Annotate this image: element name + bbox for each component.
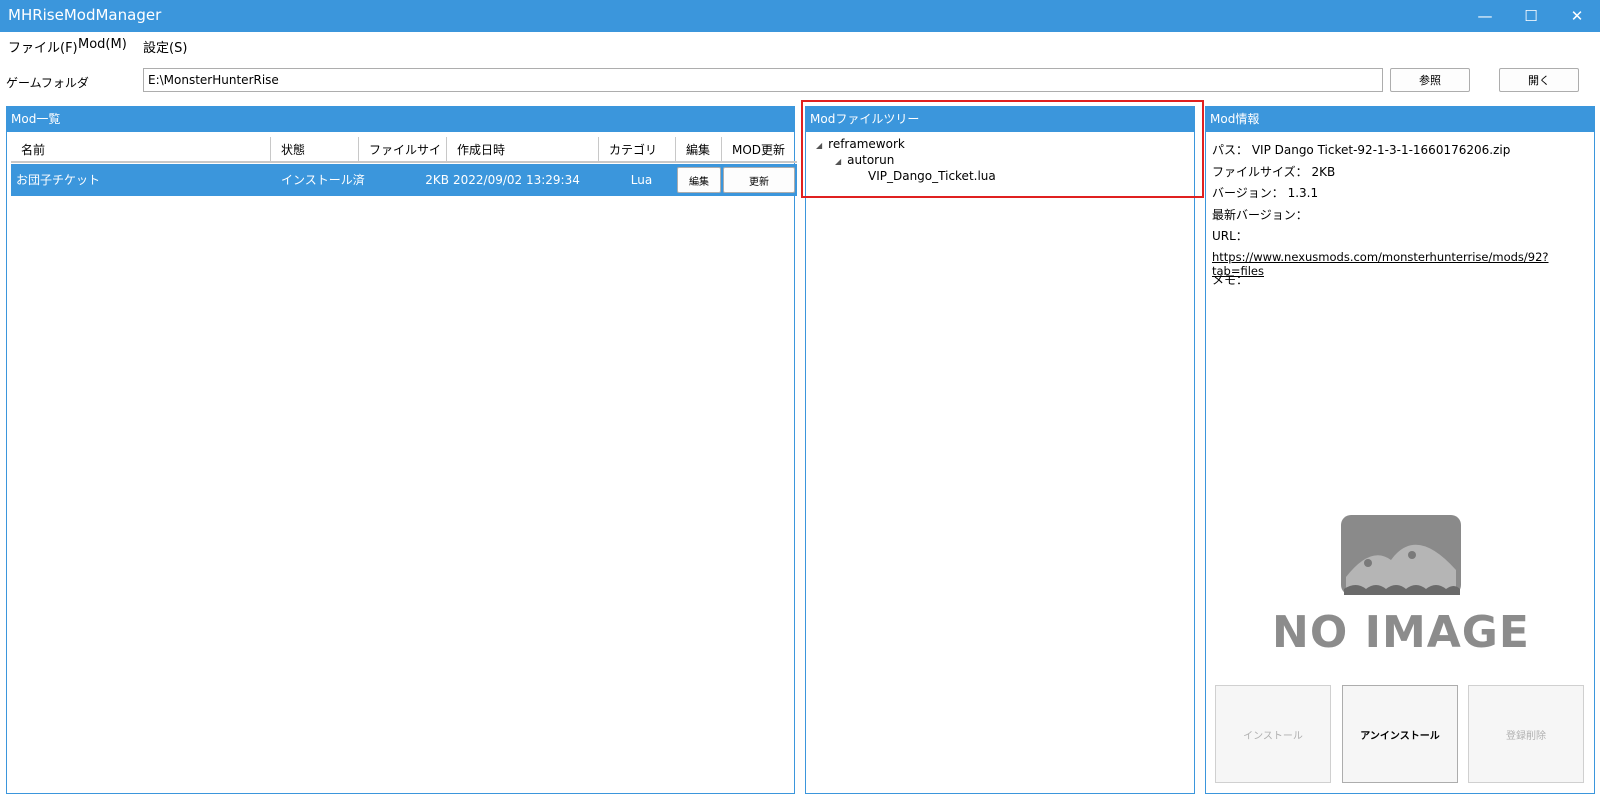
game-folder-label: ゲームフォルダ bbox=[6, 76, 89, 90]
info-version: バージョン： 1.3.1 bbox=[1212, 186, 1319, 200]
info-latest-version: 最新バージョン： bbox=[1212, 208, 1308, 222]
tree-node-autorun[interactable]: ◢ autorun bbox=[835, 153, 894, 167]
tree-node-reframework[interactable]: ◢ reframework bbox=[816, 137, 905, 151]
expand-triangle-icon[interactable]: ◢ bbox=[835, 157, 841, 166]
maximize-icon: ☐ bbox=[1524, 7, 1538, 25]
menu-bar: ファイル(F) Mod(M) 設定(S) bbox=[0, 32, 1600, 60]
column-status[interactable]: 状態 bbox=[271, 137, 359, 163]
info-url-link[interactable]: https://www.nexusmods.com/monsterhunterr… bbox=[1212, 250, 1594, 278]
maximize-button[interactable]: ☐ bbox=[1508, 0, 1554, 32]
update-button[interactable]: 更新 bbox=[723, 167, 795, 193]
mod-size: 2KB bbox=[425, 173, 449, 187]
uninstall-button[interactable]: アンインストール bbox=[1342, 685, 1458, 783]
info-url-label: URL： bbox=[1212, 229, 1248, 243]
info-size: ファイルサイズ： 2KB bbox=[1212, 165, 1336, 179]
menu-mod[interactable]: Mod(M) bbox=[78, 37, 127, 52]
mod-category: Lua bbox=[630, 173, 653, 187]
mod-list-header: Mod一覧 bbox=[7, 107, 794, 132]
mod-status: インストール済 bbox=[281, 173, 365, 187]
edit-button[interactable]: 編集 bbox=[677, 167, 721, 193]
column-edit[interactable]: 編集 bbox=[676, 137, 722, 163]
install-button[interactable]: インストール bbox=[1215, 685, 1331, 783]
info-path: パス： VIP Dango Ticket-92-1-3-1-1660176206… bbox=[1212, 143, 1511, 157]
menu-settings[interactable]: 設定(S) bbox=[143, 37, 187, 56]
menu-file[interactable]: ファイル(F) bbox=[8, 37, 78, 56]
file-tree-panel: Modファイルツリー ◢ reframework ◢ autorun VIP_Dan… bbox=[805, 106, 1195, 794]
open-button[interactable]: 開く bbox=[1499, 68, 1579, 92]
column-mod-update[interactable]: MOD更新 bbox=[722, 137, 797, 163]
column-category[interactable]: カテゴリ bbox=[599, 137, 676, 163]
expand-triangle-icon[interactable]: ◢ bbox=[816, 141, 822, 150]
tree-node-file[interactable]: VIP_Dango_Ticket.lua bbox=[868, 169, 996, 183]
mod-created: 2022/09/02 13:29:34 bbox=[453, 173, 580, 187]
game-folder-input[interactable]: E:\MonsterHunterRise bbox=[143, 68, 1383, 92]
column-created[interactable]: 作成日時 bbox=[447, 137, 599, 163]
mod-list-panel: Mod一覧 名前 状態 ファイルサイズ 作成日時 カテゴリ 編集 MOD更新 お… bbox=[6, 106, 797, 794]
browse-button[interactable]: 参照 bbox=[1390, 68, 1470, 92]
tree-node-label: autorun bbox=[847, 153, 895, 167]
game-folder-row: ゲームフォルダ E:\MonsterHunterRise 参照 開く bbox=[0, 66, 1600, 96]
no-image-placeholder: NO IMAGE bbox=[1266, 515, 1536, 675]
minimize-button[interactable]: — bbox=[1462, 0, 1508, 32]
title-bar: MHRiseModManager — ☐ ✕ bbox=[0, 0, 1600, 32]
no-image-text: NO IMAGE bbox=[1272, 607, 1530, 658]
close-button[interactable]: ✕ bbox=[1554, 0, 1600, 32]
window-title: MHRiseModManager bbox=[8, 6, 162, 24]
tree-node-label: reframework bbox=[828, 137, 905, 151]
mod-info-panel: Mod情報 パス： VIP Dango Ticket-92-1-3-1-1660… bbox=[1205, 106, 1595, 794]
column-name[interactable]: 名前 bbox=[11, 137, 271, 163]
mod-name: お団子チケット bbox=[16, 173, 101, 187]
close-icon: ✕ bbox=[1570, 7, 1584, 25]
delete-registration-button[interactable]: 登録削除 bbox=[1468, 685, 1584, 783]
column-size[interactable]: ファイルサイズ bbox=[359, 137, 447, 183]
table-row[interactable]: お団子チケット インストール済 2KB 2022/09/02 13:29:34 … bbox=[11, 164, 797, 196]
minimize-icon: — bbox=[1477, 7, 1493, 25]
file-tree-header: Modファイルツリー bbox=[806, 107, 1194, 132]
info-memo: メモ： bbox=[1212, 273, 1249, 287]
mod-info-header: Mod情報 bbox=[1206, 107, 1594, 132]
